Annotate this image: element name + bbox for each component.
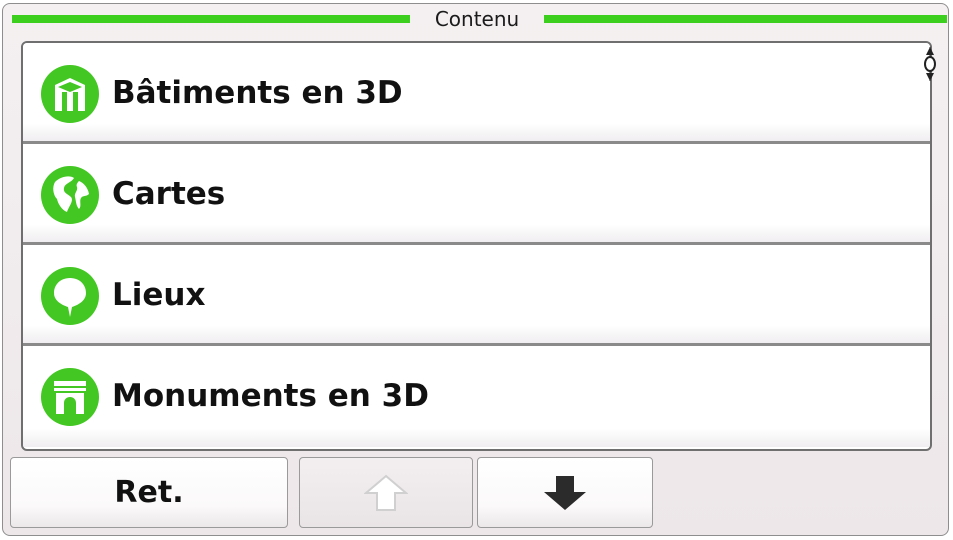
- arrow-up-icon: [364, 474, 408, 511]
- back-button-label: Ret.: [114, 475, 184, 510]
- list-item-maps[interactable]: Cartes: [23, 144, 930, 245]
- title-bar-line-right: [544, 15, 947, 23]
- list-item-places[interactable]: Lieux: [23, 245, 930, 346]
- page-title: Contenu: [434, 7, 520, 31]
- list-item-label: Cartes: [112, 176, 226, 212]
- back-button[interactable]: Ret.: [10, 457, 288, 528]
- title-bar-line-left: [12, 15, 410, 23]
- list-item-label: Monuments en 3D: [112, 378, 429, 414]
- list-item-buildings-3d[interactable]: Bâtiments en 3D: [23, 43, 930, 144]
- scroll-up-button[interactable]: [299, 457, 473, 528]
- list-item-label: Bâtiments en 3D: [112, 75, 403, 111]
- scrollbar-handle[interactable]: [923, 45, 937, 83]
- content-list: Bâtiments en 3D Cartes Lieux Monuments e…: [21, 41, 932, 451]
- list-item-label: Lieux: [112, 277, 206, 313]
- globe-icon: [41, 166, 99, 224]
- monument-icon: [41, 368, 99, 426]
- list-item-monuments-3d[interactable]: Monuments en 3D: [23, 346, 930, 447]
- scroll-down-button[interactable]: [477, 457, 653, 528]
- arrow-down-icon: [544, 475, 586, 510]
- building-3d-icon: [41, 65, 99, 123]
- map-pin-icon: [41, 267, 99, 325]
